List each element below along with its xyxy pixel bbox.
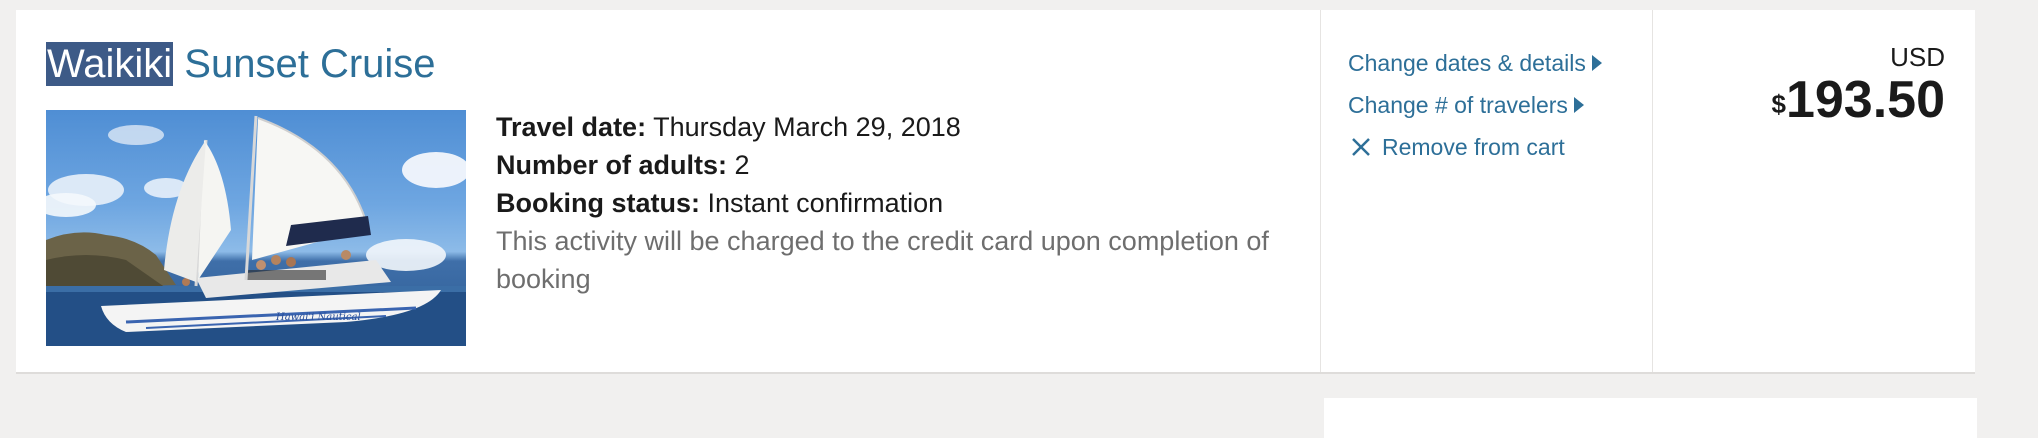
travel-date-value: Thursday March 29, 2018	[646, 112, 961, 142]
charge-note: This activity will be charged to the cre…	[496, 226, 1269, 294]
item-details: Travel date: Thursday March 29, 2018 Num…	[496, 108, 1296, 298]
adults-row: Number of adults: 2	[496, 146, 1296, 184]
item-title-rest: Sunset Cruise	[173, 42, 436, 86]
change-travelers-label: Change # of travelers	[1348, 92, 1568, 118]
price-amount: $193.50	[1771, 72, 1945, 128]
close-icon	[1352, 138, 1370, 156]
item-title[interactable]: Waikiki Sunset Cruise	[46, 40, 436, 88]
remove-from-cart-link[interactable]: Remove from cart	[1348, 126, 1602, 168]
item-actions: Change dates & details Change # of trave…	[1348, 42, 1602, 168]
change-dates-label: Change dates & details	[1348, 50, 1586, 76]
booking-status-row: Booking status: Instant confirmation	[496, 184, 1296, 222]
booking-status-label: Booking status:	[496, 188, 701, 218]
catamaran-photo: Hawai'i Nautical	[46, 115, 466, 346]
cart-item-card: Waikiki Sunset Cruise Hawai'i Nautical T…	[16, 10, 1975, 374]
travel-date-label: Travel date:	[496, 112, 647, 142]
change-travelers-link[interactable]: Change # of travelers	[1348, 84, 1602, 126]
price-symbol: $	[1771, 89, 1786, 119]
adults-label: Number of adults:	[496, 150, 728, 180]
price-value: 193.50	[1785, 71, 1945, 129]
column-divider	[1652, 10, 1653, 372]
column-divider	[1320, 10, 1321, 372]
svg-text:Hawai'i Nautical: Hawai'i Nautical	[275, 312, 361, 323]
triangle-right-icon	[1591, 55, 1602, 71]
summary-panel	[1324, 398, 1977, 438]
triangle-right-icon	[1573, 97, 1584, 113]
price-box: USD $193.50	[1771, 42, 1945, 128]
price-currency: USD	[1890, 42, 1945, 72]
travel-date-row: Travel date: Thursday March 29, 2018	[496, 108, 1296, 146]
item-photo[interactable]: Hawai'i Nautical	[46, 110, 466, 346]
booking-status-value: Instant confirmation	[700, 188, 944, 218]
change-dates-link[interactable]: Change dates & details	[1348, 42, 1602, 84]
item-title-highlighted: Waikiki	[46, 42, 174, 86]
remove-from-cart-label: Remove from cart	[1382, 134, 1565, 160]
adults-value: 2	[727, 150, 750, 180]
